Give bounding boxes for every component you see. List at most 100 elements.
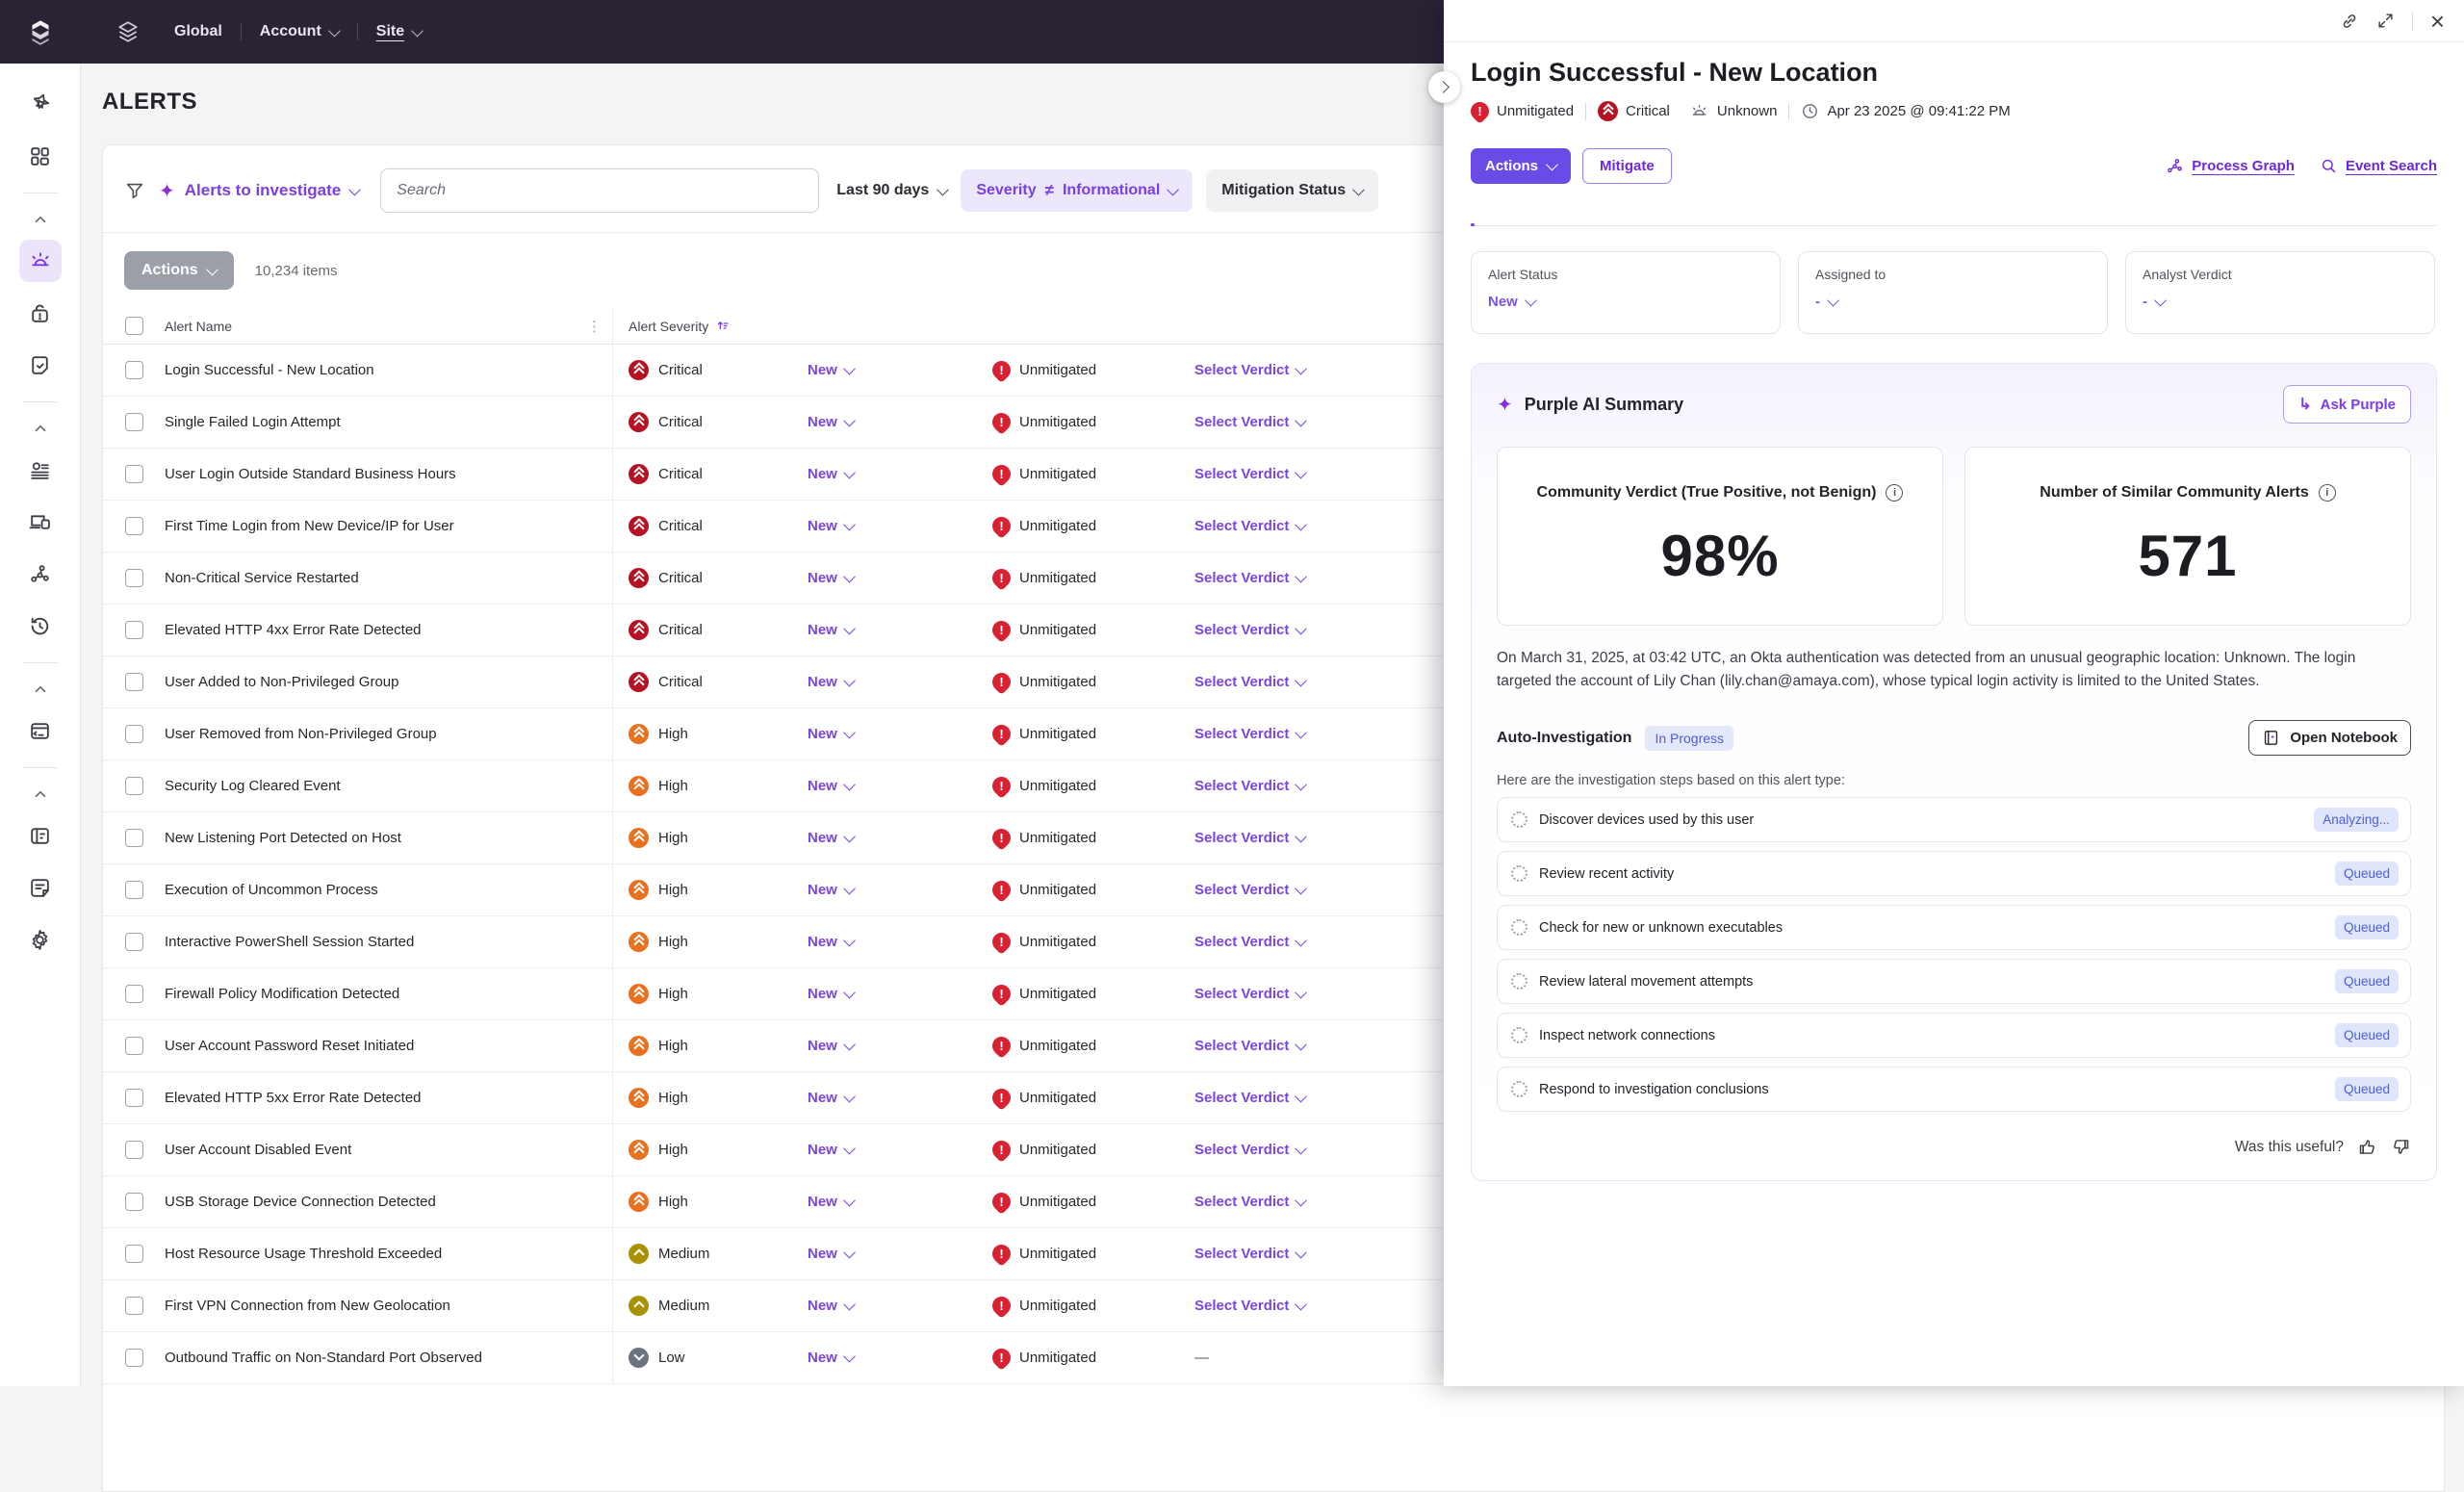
sidebar-item-reports[interactable]	[19, 814, 62, 857]
mitigate-button[interactable]: Mitigate	[1582, 148, 1672, 184]
select-verdict-dropdown[interactable]: Select Verdict	[1194, 362, 1305, 378]
sidebar-item-notes[interactable]	[19, 866, 62, 909]
panel-tab[interactable]	[1503, 207, 1507, 225]
alert-status-dropdown[interactable]: New	[808, 778, 854, 794]
time-range-dropdown[interactable]: Last 90 days	[836, 182, 947, 199]
row-checkbox[interactable]	[125, 1349, 143, 1367]
alert-status-dropdown[interactable]: New	[808, 1298, 854, 1314]
panel-tab[interactable]	[1602, 207, 1605, 225]
alert-status-dropdown[interactable]: New	[808, 1090, 854, 1106]
row-checkbox[interactable]	[125, 1193, 143, 1211]
select-verdict-dropdown[interactable]: Select Verdict	[1194, 1142, 1305, 1158]
alert-status-dropdown[interactable]: New	[808, 1142, 854, 1158]
row-checkbox[interactable]	[125, 569, 143, 587]
actions-button[interactable]: Actions	[124, 251, 234, 290]
select-verdict-dropdown[interactable]: Select Verdict	[1194, 674, 1305, 690]
row-checkbox[interactable]	[125, 881, 143, 899]
scope-item[interactable]: Site	[357, 23, 440, 40]
select-verdict-dropdown[interactable]: Select Verdict	[1194, 1194, 1305, 1210]
close-icon[interactable]	[2430, 12, 2445, 31]
row-checkbox[interactable]	[125, 621, 143, 639]
row-checkbox[interactable]	[125, 1089, 143, 1107]
panel-tab[interactable]	[1536, 207, 1540, 225]
select-verdict-dropdown[interactable]: Select Verdict	[1194, 466, 1305, 482]
select-verdict-dropdown[interactable]: Select Verdict	[1194, 518, 1305, 534]
column-menu-icon[interactable]	[587, 318, 603, 335]
row-checkbox[interactable]	[125, 985, 143, 1003]
field-value-dropdown[interactable]: -	[1815, 294, 2091, 310]
alert-status-dropdown[interactable]: New	[808, 570, 854, 586]
row-checkbox[interactable]	[125, 1297, 143, 1315]
sidebar-item-console[interactable]	[19, 709, 62, 752]
filter-funnel-icon[interactable]	[124, 180, 145, 201]
row-checkbox[interactable]	[125, 725, 143, 743]
row-checkbox[interactable]	[125, 673, 143, 691]
alert-status-dropdown[interactable]: New	[808, 1038, 854, 1054]
alert-status-dropdown[interactable]: New	[808, 1350, 854, 1366]
row-checkbox[interactable]	[125, 361, 143, 379]
search-input[interactable]	[380, 168, 819, 213]
process-graph-link[interactable]: Process Graph	[2166, 157, 2295, 175]
panel-tab[interactable]	[1667, 207, 1671, 225]
info-icon[interactable]	[1886, 484, 1903, 502]
select-verdict-dropdown[interactable]: Select Verdict	[1194, 414, 1305, 430]
alert-status-dropdown[interactable]: New	[808, 414, 854, 430]
sidebar-item-devices[interactable]	[19, 501, 62, 543]
field-value-dropdown[interactable]: New	[1488, 294, 1763, 310]
mitigation-status-filter-pill[interactable]: Mitigation Status	[1206, 169, 1378, 212]
thumbs-down-icon[interactable]	[2391, 1137, 2411, 1157]
sidebar-item-settings[interactable]	[19, 918, 62, 961]
row-checkbox[interactable]	[125, 1141, 143, 1159]
select-verdict-dropdown[interactable]: Select Verdict	[1194, 1246, 1305, 1262]
event-search-link[interactable]: Event Search	[2320, 157, 2437, 175]
alert-status-dropdown[interactable]: New	[808, 1194, 854, 1210]
row-checkbox[interactable]	[125, 517, 143, 535]
open-notebook-button[interactable]: Open Notebook	[2248, 720, 2411, 756]
select-verdict-dropdown[interactable]: Select Verdict	[1194, 934, 1305, 950]
sidebar-group-collapse-3[interactable]	[19, 677, 62, 702]
sidebar-item-reports-check[interactable]	[19, 344, 62, 386]
alert-status-dropdown[interactable]: New	[808, 362, 854, 378]
panel-tab[interactable]	[1634, 207, 1638, 225]
row-checkbox[interactable]	[125, 1037, 143, 1055]
column-header-alert-name[interactable]: Alert Name	[165, 319, 232, 334]
select-verdict-dropdown[interactable]: Select Verdict	[1194, 882, 1305, 898]
alert-status-dropdown[interactable]: New	[808, 830, 854, 846]
alert-status-dropdown[interactable]: New	[808, 466, 854, 482]
alert-status-dropdown[interactable]: New	[808, 622, 854, 638]
sidebar-item-identity[interactable]	[19, 449, 62, 491]
select-verdict-dropdown[interactable]: Select Verdict	[1194, 622, 1305, 638]
select-verdict-dropdown[interactable]: Select Verdict	[1194, 830, 1305, 846]
field-value-dropdown[interactable]: -	[2143, 294, 2418, 310]
sidebar-group-collapse-1[interactable]	[19, 207, 62, 232]
scope-item[interactable]: Account	[241, 23, 357, 40]
sidebar-item-history[interactable]	[19, 605, 62, 647]
select-verdict-dropdown[interactable]: Select Verdict	[1194, 726, 1305, 742]
sidebar-item-alerts[interactable]	[19, 240, 62, 282]
copy-link-icon[interactable]	[2340, 12, 2359, 31]
alert-status-dropdown[interactable]: New	[808, 1246, 854, 1262]
sidebar-item-dashboard[interactable]	[19, 135, 62, 177]
panel-actions-button[interactable]: Actions	[1471, 148, 1571, 184]
sidebar-item-network[interactable]	[19, 553, 62, 595]
severity-filter-pill[interactable]: Severity Informational	[961, 169, 1193, 212]
row-checkbox[interactable]	[125, 1245, 143, 1263]
sort-icon[interactable]	[716, 319, 731, 333]
select-verdict-dropdown[interactable]: Select Verdict	[1194, 1090, 1305, 1106]
thumbs-up-icon[interactable]	[2357, 1137, 2377, 1157]
select-all-checkbox[interactable]	[125, 317, 143, 335]
ask-purple-button[interactable]: Ask Purple	[2283, 385, 2411, 424]
panel-tab[interactable]	[1569, 207, 1573, 225]
alert-status-dropdown[interactable]: New	[808, 934, 854, 950]
select-verdict-dropdown[interactable]: Select Verdict	[1194, 986, 1305, 1002]
alert-status-dropdown[interactable]: New	[808, 882, 854, 898]
alert-status-dropdown[interactable]: New	[808, 518, 854, 534]
alert-status-dropdown[interactable]: New	[808, 674, 854, 690]
sidebar-group-collapse-4[interactable]	[19, 782, 62, 807]
row-checkbox[interactable]	[125, 933, 143, 951]
alert-status-dropdown[interactable]: New	[808, 986, 854, 1002]
select-verdict-dropdown[interactable]: Select Verdict	[1194, 778, 1305, 794]
row-checkbox[interactable]	[125, 829, 143, 847]
alert-status-dropdown[interactable]: New	[808, 726, 854, 742]
scope-item[interactable]: Global	[156, 23, 241, 40]
